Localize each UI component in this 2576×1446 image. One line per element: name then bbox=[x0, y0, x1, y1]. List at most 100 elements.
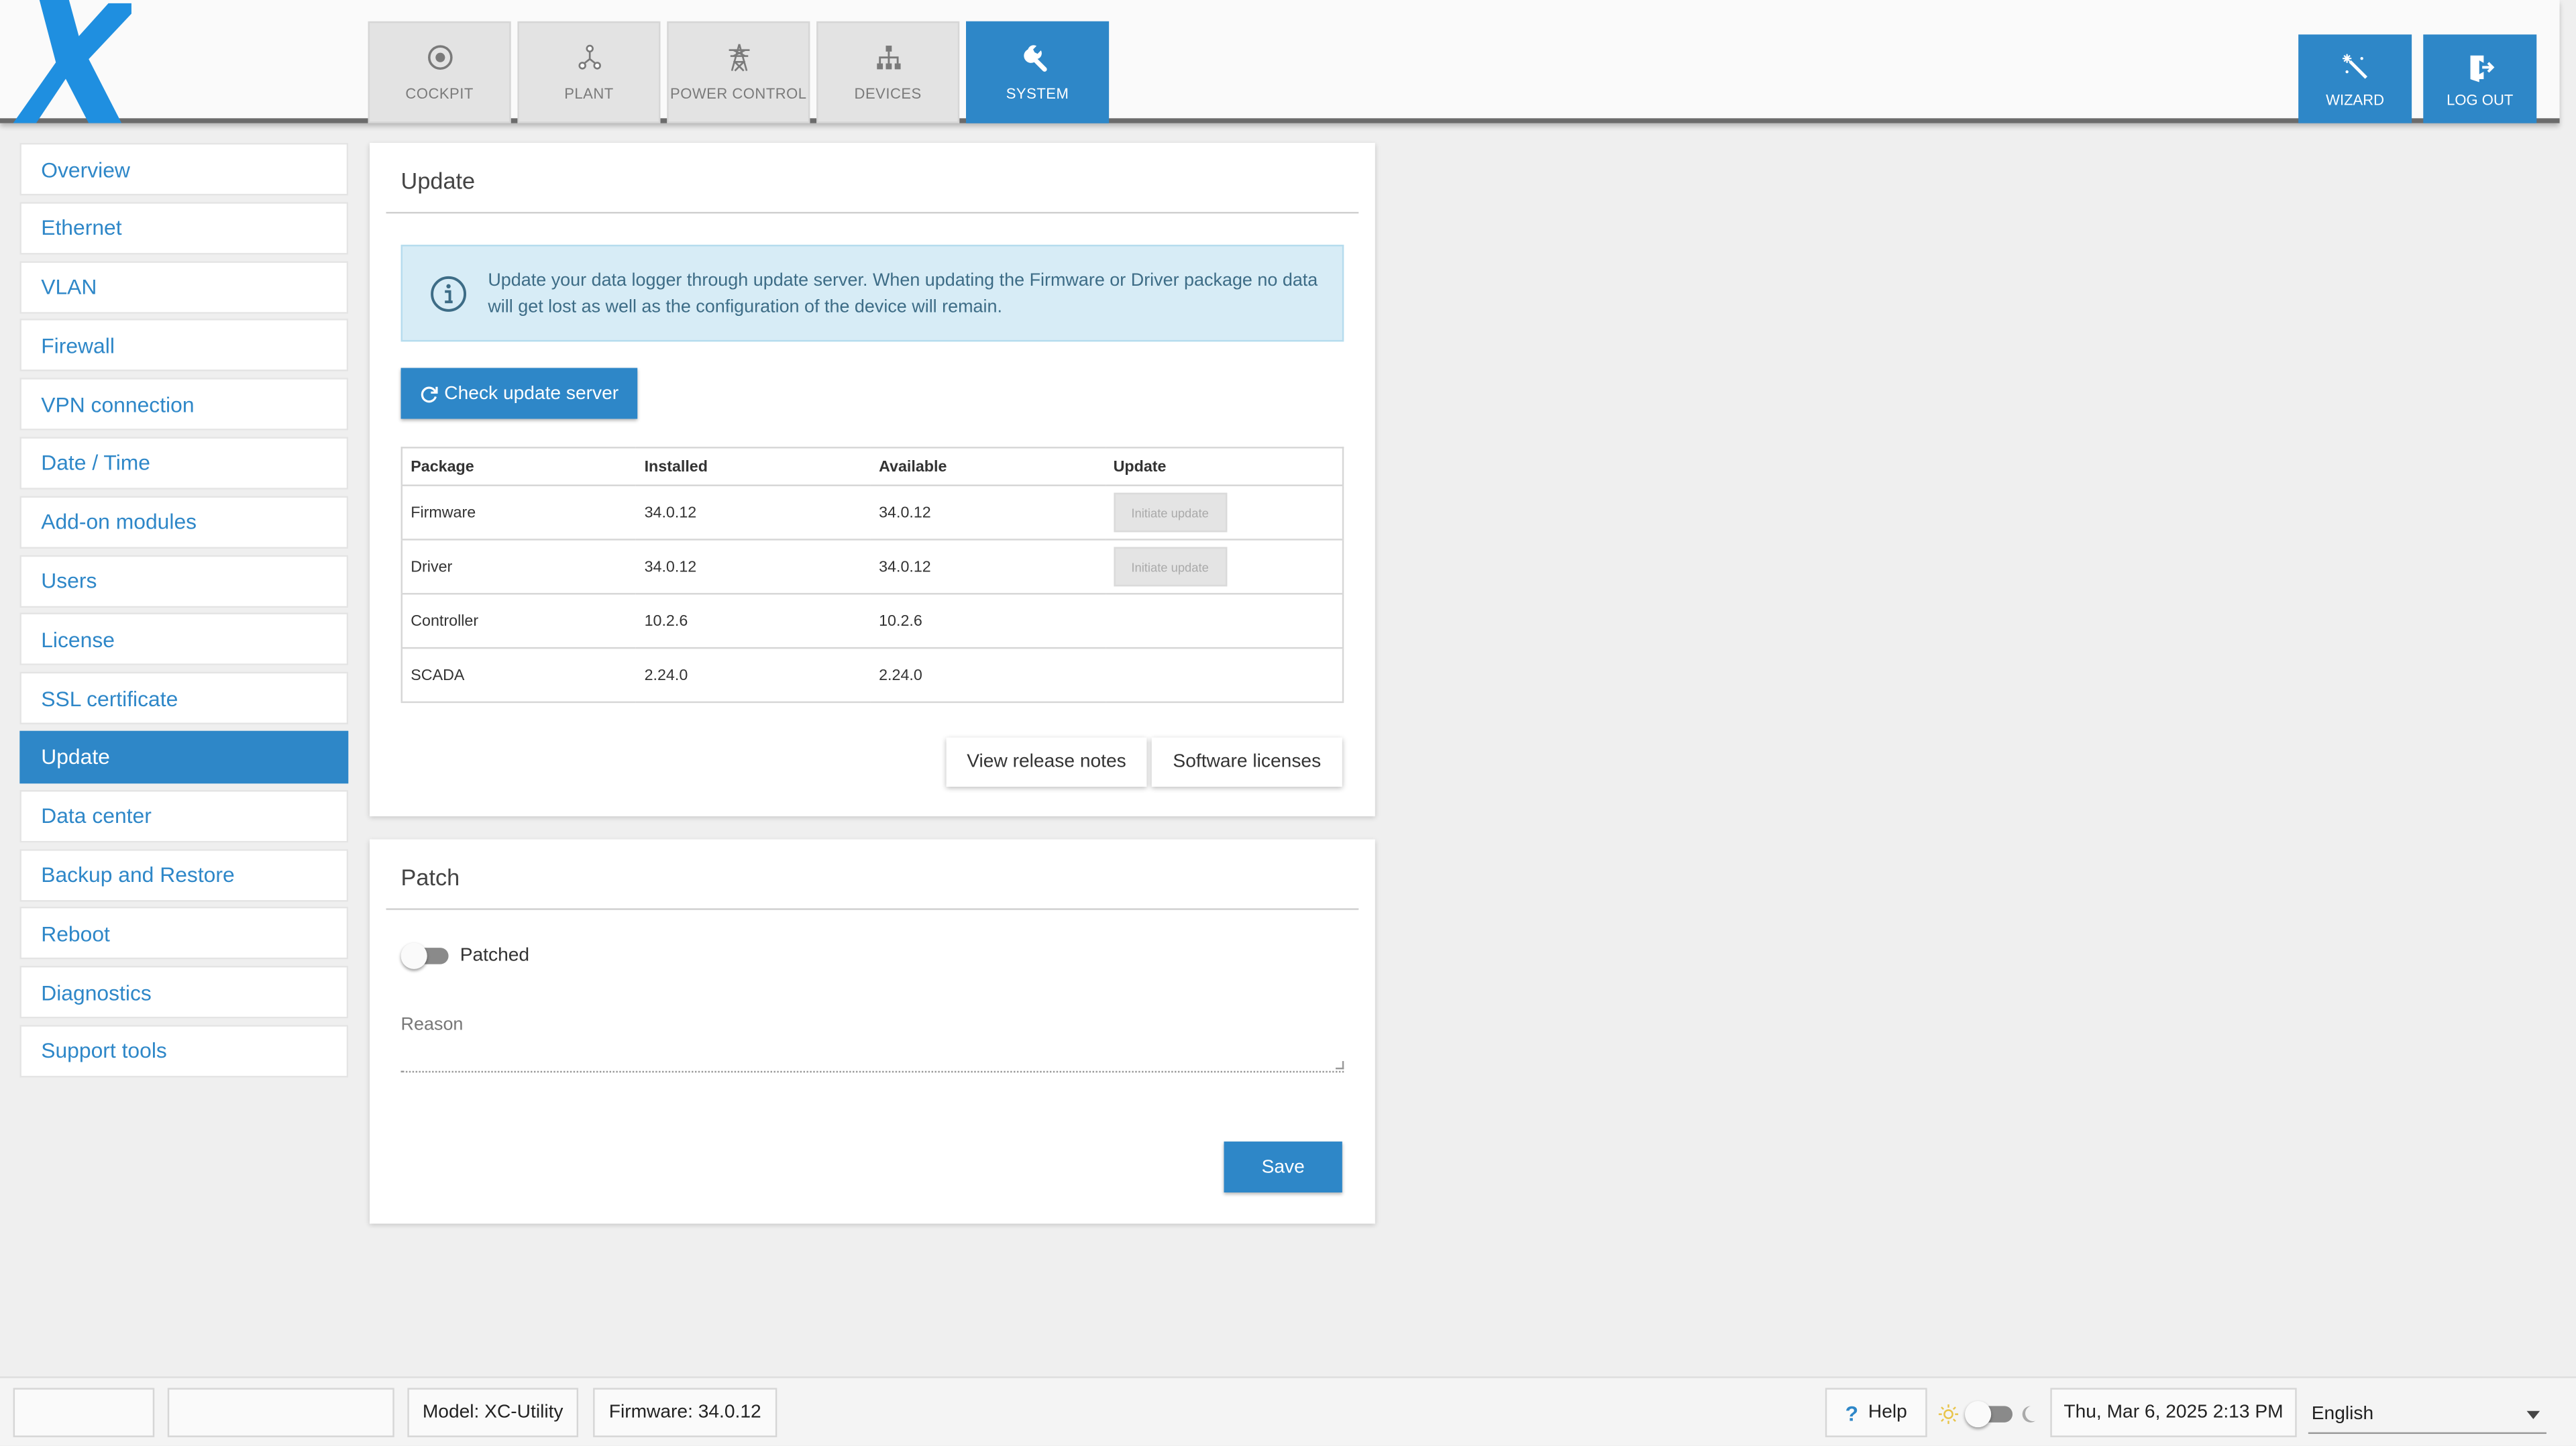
cell-update: Initiate update bbox=[1105, 485, 1344, 541]
toggle-knob bbox=[400, 942, 427, 969]
sidebar-item-firewall[interactable]: Firewall bbox=[19, 319, 349, 372]
sidebar-item-vlan[interactable]: VLAN bbox=[19, 260, 349, 313]
tab-plant-label: PLANT bbox=[564, 85, 614, 102]
tab-cockpit[interactable]: COCKPIT bbox=[368, 21, 511, 123]
save-button[interactable]: Save bbox=[1224, 1142, 1342, 1192]
patched-toggle[interactable] bbox=[400, 942, 450, 969]
wizard-label: WIZARD bbox=[2326, 92, 2385, 109]
reason-label: Reason bbox=[400, 1015, 464, 1035]
cell-package: Controller bbox=[401, 594, 637, 649]
question-icon: ? bbox=[1845, 1400, 1859, 1425]
sidebar-item-data-center[interactable]: Data center bbox=[19, 789, 349, 842]
chevron-down-icon bbox=[2526, 1410, 2540, 1419]
cell-update: Initiate update bbox=[1105, 539, 1344, 595]
tab-plant[interactable]: PLANT bbox=[517, 21, 661, 123]
sidebar-item-date-time[interactable]: Date / Time bbox=[19, 437, 349, 490]
header-actions: WIZARD LOG OUT bbox=[2298, 34, 2537, 123]
update-title: Update bbox=[400, 167, 476, 194]
col-header-installed: Installed bbox=[636, 447, 871, 486]
check-update-server-button[interactable]: Check update server bbox=[400, 368, 638, 419]
divider bbox=[386, 908, 1359, 910]
top-header: COCKPIT PLANT POWER CONTROL DEVICES SYST… bbox=[0, 0, 2560, 123]
reason-textarea[interactable] bbox=[400, 1036, 1344, 1073]
patched-label: Patched bbox=[460, 946, 530, 966]
cell-available: 2.24.0 bbox=[870, 648, 1106, 704]
software-licenses-button[interactable]: Software licenses bbox=[1151, 737, 1342, 787]
cell-installed: 2.24.0 bbox=[636, 648, 871, 704]
language-select[interactable]: English bbox=[2308, 1396, 2546, 1434]
toggle-knob bbox=[1965, 1400, 1992, 1428]
update-panel: Update Update your data logger through u… bbox=[370, 143, 1375, 817]
info-icon bbox=[431, 275, 467, 311]
sidebar-item-backup-restore[interactable]: Backup and Restore bbox=[19, 848, 349, 901]
divider bbox=[386, 211, 1359, 214]
power-tower-icon bbox=[728, 44, 749, 72]
logout-icon bbox=[2469, 55, 2494, 82]
logout-button[interactable]: LOG OUT bbox=[2423, 34, 2537, 123]
check-update-label: Check update server bbox=[444, 383, 619, 404]
footer-blank-box bbox=[13, 1388, 155, 1437]
wizard-button[interactable]: WIZARD bbox=[2298, 34, 2412, 123]
initiate-update-button[interactable]: Initiate update bbox=[1113, 547, 1227, 587]
package-table: Package Installed Available Update Firmw… bbox=[400, 447, 1344, 704]
sidebar-item-license[interactable]: License bbox=[19, 613, 349, 666]
magic-wand-icon bbox=[2341, 54, 2367, 79]
table-row: Driver 34.0.12 34.0.12 Initiate update bbox=[401, 539, 1344, 595]
tab-power-control-label: POWER CONTROL bbox=[670, 85, 807, 102]
tab-devices-label: DEVICES bbox=[854, 85, 922, 102]
hierarchy-icon bbox=[876, 46, 900, 70]
cell-package: Firmware bbox=[401, 485, 637, 541]
footer-blank-box bbox=[167, 1388, 394, 1437]
cell-installed: 34.0.12 bbox=[636, 539, 871, 595]
cell-installed: 34.0.12 bbox=[636, 485, 871, 541]
resize-handle-icon[interactable] bbox=[1336, 1061, 1344, 1070]
table-row: Firmware 34.0.12 34.0.12 Initiate update bbox=[401, 485, 1344, 541]
sidebar-item-update[interactable]: Update bbox=[19, 730, 349, 784]
sidebar-item-reboot[interactable]: Reboot bbox=[19, 907, 349, 960]
view-release-notes-button[interactable]: View release notes bbox=[946, 737, 1147, 787]
sidebar-item-ethernet[interactable]: Ethernet bbox=[19, 201, 349, 255]
sidebar-item-users[interactable]: Users bbox=[19, 554, 349, 608]
sidebar: Overview Ethernet VLAN Firewall VPN conn… bbox=[19, 143, 349, 1084]
datetime-display: Thu, Mar 6, 2025 2:13 PM bbox=[2050, 1388, 2297, 1437]
col-header-update: Update bbox=[1105, 447, 1344, 486]
sidebar-item-support-tools[interactable]: Support tools bbox=[19, 1025, 349, 1078]
tab-system[interactable]: SYSTEM bbox=[966, 21, 1110, 123]
col-header-available: Available bbox=[870, 447, 1106, 486]
tab-system-label: SYSTEM bbox=[1006, 85, 1069, 102]
tab-cockpit-label: COCKPIT bbox=[405, 85, 474, 102]
theme-toggle[interactable] bbox=[1938, 1400, 2041, 1428]
moon-icon bbox=[2022, 1406, 2036, 1423]
patch-panel: Patch Patched Reason Save bbox=[370, 839, 1375, 1224]
sidebar-item-overview[interactable]: Overview bbox=[19, 143, 349, 196]
sidebar-item-add-on-modules[interactable]: Add-on modules bbox=[19, 496, 349, 549]
firmware-info: Firmware: 34.0.12 bbox=[593, 1388, 777, 1437]
patched-toggle-row: Patched bbox=[400, 942, 530, 969]
language-value: English bbox=[2311, 1404, 2374, 1425]
help-label: Help bbox=[1868, 1402, 1907, 1423]
sidebar-item-vpn-connection[interactable]: VPN connection bbox=[19, 378, 349, 431]
cell-available: 34.0.12 bbox=[870, 485, 1106, 541]
sun-icon bbox=[1938, 1404, 1959, 1425]
theme-switch[interactable] bbox=[1965, 1400, 2014, 1428]
sidebar-item-diagnostics[interactable]: Diagnostics bbox=[19, 966, 349, 1019]
cell-available: 34.0.12 bbox=[870, 539, 1106, 595]
info-alert: Update your data logger through update s… bbox=[400, 244, 1344, 342]
col-header-package: Package bbox=[401, 447, 637, 486]
table-header-row: Package Installed Available Update bbox=[401, 447, 1344, 486]
cell-package: SCADA bbox=[401, 648, 637, 704]
tab-devices[interactable]: DEVICES bbox=[816, 21, 960, 123]
tab-power-control[interactable]: POWER CONTROL bbox=[667, 21, 810, 123]
cell-available: 10.2.6 bbox=[870, 594, 1106, 649]
nodes-icon bbox=[578, 44, 600, 70]
wrench-icon bbox=[1023, 45, 1046, 72]
patch-title: Patch bbox=[400, 864, 460, 891]
cell-update bbox=[1105, 594, 1344, 649]
brand-logo bbox=[13, 0, 131, 123]
table-row: SCADA 2.24.0 2.24.0 bbox=[401, 648, 1344, 704]
logout-label: LOG OUT bbox=[2447, 92, 2514, 109]
cell-package: Driver bbox=[401, 539, 637, 595]
help-button[interactable]: ? Help bbox=[1825, 1388, 1927, 1437]
initiate-update-button[interactable]: Initiate update bbox=[1113, 492, 1227, 533]
sidebar-item-ssl-certificate[interactable]: SSL certificate bbox=[19, 672, 349, 725]
